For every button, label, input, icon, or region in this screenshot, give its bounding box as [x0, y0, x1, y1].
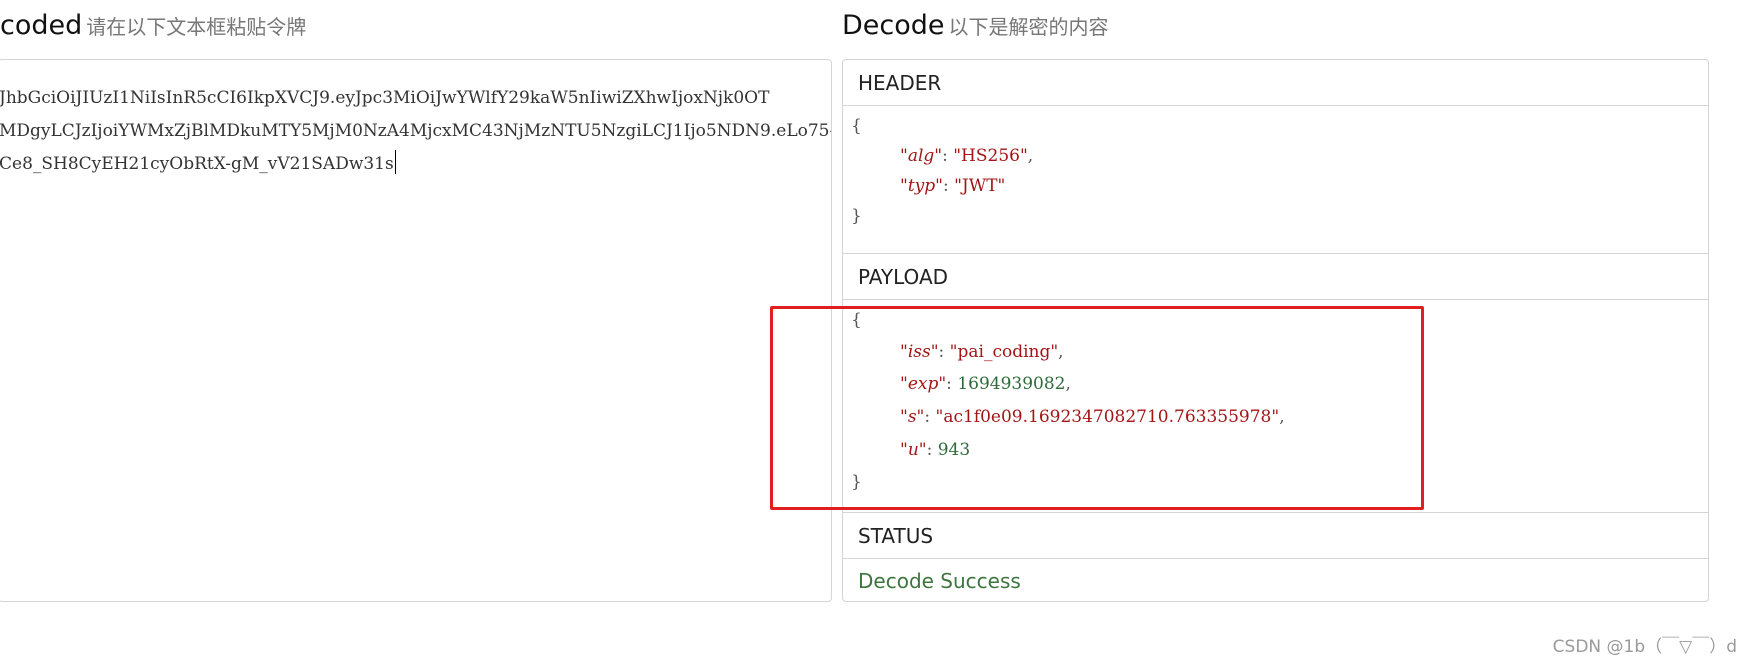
- json-string-value: "pai_coding": [949, 342, 1059, 362]
- encoded-title-text: coded: [0, 10, 83, 41]
- csdn-watermark: CSDN @1b（￣▽￣）d: [1552, 637, 1737, 657]
- json-number-value: 1694939082: [957, 374, 1066, 394]
- json-separator: :: [942, 146, 954, 166]
- decode-title-text: Decode: [842, 10, 945, 41]
- encoded-token-text[interactable]: JhbGciOiJIUzI1NiIsInR5cCI6IkpXVCJ9.eyJpc…: [0, 82, 832, 181]
- json-separator: :: [946, 374, 958, 394]
- payload-field-u: "u": 943: [900, 440, 970, 460]
- token-line-2: MDgyLCJzIjoiYWMxZjBlMDkuMTY5MjM0NzA4Mjcx…: [0, 121, 832, 141]
- json-string-value: "JWT": [954, 176, 1006, 196]
- json-separator: :: [926, 440, 938, 460]
- json-comma: ,: [1027, 146, 1034, 166]
- json-key: "u": [900, 440, 927, 460]
- json-key: "iss": [900, 342, 939, 362]
- payload-section-label: PAYLOAD: [843, 254, 1708, 300]
- encoded-title: coded 请在以下文本框粘贴令牌: [0, 10, 306, 41]
- json-comma: ,: [1065, 374, 1071, 394]
- token-line-1: JhbGciOiJIUzI1NiIsInR5cCI6IkpXVCJ9.eyJpc…: [0, 88, 770, 108]
- payload-section-body[interactable]: { "iss": "pai_coding", "exp": 1694939082…: [843, 300, 1708, 513]
- json-key: "typ": [900, 176, 943, 196]
- header-field-alg: "alg": "HS256",: [900, 146, 1033, 166]
- json-comma: ,: [1058, 342, 1064, 362]
- json-separator: :: [938, 342, 950, 362]
- json-key: "alg": [900, 146, 943, 166]
- json-number-value: 943: [937, 440, 971, 460]
- payload-open-brace: {: [851, 310, 862, 330]
- header-close-brace: }: [851, 206, 862, 226]
- decode-title: Decode 以下是解密的内容: [842, 10, 1109, 41]
- header-field-typ: "typ": "JWT": [900, 176, 1005, 196]
- status-text: Decode Success: [858, 569, 1021, 593]
- decode-panel: HEADER { "alg": "HS256", "typ": "JWT" } …: [842, 59, 1709, 602]
- status-section-label: STATUS: [843, 513, 1708, 559]
- encoded-subtitle: 请在以下文本框粘贴令牌: [86, 15, 307, 39]
- encoded-token-textarea[interactable]: JhbGciOiJIUzI1NiIsInR5cCI6IkpXVCJ9.eyJpc…: [0, 59, 832, 602]
- header-open-brace: {: [851, 116, 862, 136]
- text-caret: [394, 150, 396, 174]
- json-separator: :: [924, 407, 936, 427]
- json-key: "s": [900, 407, 925, 427]
- json-comma: ,: [1279, 407, 1285, 427]
- json-string-value: "ac1f0e09.1692347082710.763355978": [935, 407, 1280, 427]
- payload-field-s: "s": "ac1f0e09.1692347082710.763355978",: [900, 407, 1285, 427]
- header-section-label: HEADER: [843, 60, 1708, 106]
- payload-field-exp: "exp": 1694939082,: [900, 374, 1071, 394]
- payload-close-brace: }: [851, 472, 862, 492]
- json-string-value: "HS256": [953, 146, 1028, 166]
- decode-subtitle: 以下是解密的内容: [948, 15, 1109, 39]
- json-key: "exp": [900, 374, 947, 394]
- header-section-body[interactable]: { "alg": "HS256", "typ": "JWT" }: [843, 106, 1708, 254]
- token-line-3: Ce8_SH8CyEH21cyObRtX-gM_vV21SADw31s: [0, 154, 394, 174]
- json-separator: :: [942, 176, 955, 196]
- payload-field-iss: "iss": "pai_coding",: [900, 342, 1064, 362]
